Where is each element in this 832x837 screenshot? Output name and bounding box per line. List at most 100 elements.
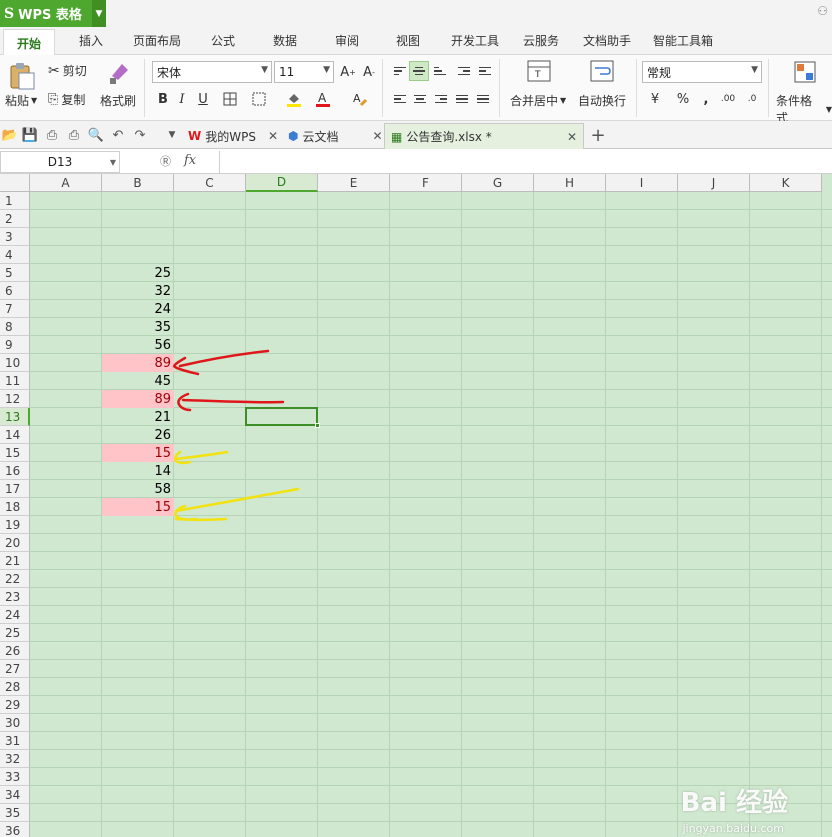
table-cell[interactable]: 35 xyxy=(102,318,174,336)
row-header-15[interactable]: 15 xyxy=(0,444,30,462)
wrap-text-button[interactable]: 自动换行 xyxy=(578,92,626,109)
align-center-icon[interactable] xyxy=(410,89,430,109)
tab-insert[interactable]: 插入 xyxy=(79,32,103,49)
currency-icon[interactable]: ¥ xyxy=(645,89,665,109)
customize-chevron-icon[interactable]: ▼ xyxy=(164,127,180,143)
indent-increase-icon[interactable] xyxy=(475,61,495,81)
column-header-h[interactable]: H xyxy=(534,174,606,192)
merge-center-button[interactable]: 合并居中 ▼ xyxy=(510,92,566,109)
percent-button[interactable]: % xyxy=(673,89,693,109)
column-header-c[interactable]: C xyxy=(174,174,246,192)
italic-icon[interactable]: I xyxy=(172,89,192,109)
undo-icon[interactable]: ↶ xyxy=(110,127,126,143)
row-header-14[interactable]: 14 xyxy=(0,426,30,444)
increase-font-icon[interactable]: A + xyxy=(338,62,358,82)
merge-center-icon[interactable]: T xyxy=(527,60,551,82)
row-header-6[interactable]: 6 xyxy=(0,282,30,300)
row-header-28[interactable]: 28 xyxy=(0,678,30,696)
row-header-34[interactable]: 34 xyxy=(0,786,30,804)
spreadsheet-grid[interactable]: A B C D E F G H I J K 1 2 3 4 5 6 7 8 9 10 11 12 13 14 15 16 17 18 19… xyxy=(0,174,832,837)
column-header-i[interactable]: I xyxy=(606,174,678,192)
select-all-corner[interactable] xyxy=(0,174,30,192)
copy-button[interactable]: ⎘ 复制 xyxy=(48,91,85,108)
tab-home[interactable]: 开始 xyxy=(3,29,56,56)
align-middle-icon[interactable] xyxy=(409,61,429,81)
number-format-select[interactable]: 常规 ▼ xyxy=(642,61,762,83)
table-cell[interactable]: 21 xyxy=(102,408,174,426)
print-preview-icon[interactable]: 🔍 xyxy=(88,127,104,143)
table-cell[interactable]: 24 xyxy=(102,300,174,318)
fill-color-icon[interactable] xyxy=(284,89,304,109)
duplicate-highlighted-cell[interactable]: 15 xyxy=(102,498,174,516)
row-header-17[interactable]: 17 xyxy=(0,480,30,498)
format-painter-icon[interactable] xyxy=(106,60,132,86)
row-header-27[interactable]: 27 xyxy=(0,660,30,678)
row-header-30[interactable]: 30 xyxy=(0,714,30,732)
row-header-20[interactable]: 20 xyxy=(0,534,30,552)
row-header-5[interactable]: 5 xyxy=(0,264,30,282)
column-header-k[interactable]: K xyxy=(750,174,822,192)
doc-tab-cloud-docs[interactable]: ⬢ 云文档 ✕ xyxy=(288,123,383,149)
open-folder-icon[interactable]: 📂 xyxy=(2,127,18,143)
font-size-select[interactable]: 11 ▼ xyxy=(274,61,334,83)
name-box[interactable]: D13 ▼ xyxy=(0,151,120,173)
tab-view[interactable]: 视图 xyxy=(396,32,420,49)
duplicate-highlighted-cell[interactable]: 89 xyxy=(102,354,174,372)
close-icon[interactable]: ✕ xyxy=(268,129,278,143)
fill-handle[interactable] xyxy=(315,423,320,428)
table-cell[interactable]: 58 xyxy=(102,480,174,498)
doc-tab-active-sheet[interactable]: ▦ 公告查询.xlsx * ✕ xyxy=(384,123,584,149)
row-header-18[interactable]: 18 xyxy=(0,498,30,516)
row-header-12[interactable]: 12 xyxy=(0,390,30,408)
row-header-16[interactable]: 16 xyxy=(0,462,30,480)
decrease-decimal-button[interactable]: .0 xyxy=(742,89,762,109)
table-cell[interactable]: 32 xyxy=(102,282,174,300)
row-header-35[interactable]: 35 xyxy=(0,804,30,822)
zoom-icon[interactable]: Ⓡ xyxy=(160,153,171,169)
font-color-icon[interactable]: A xyxy=(313,89,333,109)
font-name-select[interactable]: 宋体 ▼ xyxy=(152,61,272,83)
close-icon[interactable]: ✕ xyxy=(373,129,383,143)
tab-smart-toolbox[interactable]: 智能工具箱 xyxy=(653,32,713,49)
table-cell[interactable]: 25 xyxy=(102,264,174,282)
border-icon[interactable] xyxy=(220,89,240,109)
align-left-icon[interactable] xyxy=(390,89,410,109)
bold-icon[interactable]: B xyxy=(153,89,173,109)
account-icon[interactable]: ⚇ xyxy=(817,4,828,18)
export-icon[interactable]: ⎙ xyxy=(44,127,60,143)
align-right-icon[interactable] xyxy=(431,89,451,109)
row-header-22[interactable]: 22 xyxy=(0,570,30,588)
row-header-2[interactable]: 2 xyxy=(0,210,30,228)
row-header-13[interactable]: 13 xyxy=(0,408,30,426)
duplicate-highlighted-cell[interactable]: 89 xyxy=(102,390,174,408)
row-header-29[interactable]: 29 xyxy=(0,696,30,714)
row-header-21[interactable]: 21 xyxy=(0,552,30,570)
indent-decrease-icon[interactable] xyxy=(454,61,474,81)
decrease-font-icon[interactable]: A- xyxy=(359,62,379,82)
distribute-icon[interactable] xyxy=(473,89,493,109)
row-header-9[interactable]: 9 xyxy=(0,336,30,354)
justify-icon[interactable] xyxy=(452,89,472,109)
row-header-26[interactable]: 26 xyxy=(0,642,30,660)
row-header-24[interactable]: 24 xyxy=(0,606,30,624)
tab-page-layout[interactable]: 页面布局 xyxy=(133,32,181,49)
row-header-33[interactable]: 33 xyxy=(0,768,30,786)
align-bottom-icon[interactable] xyxy=(430,61,450,81)
wrap-text-icon[interactable] xyxy=(590,60,614,82)
chevron-down-icon[interactable]: ▼ xyxy=(92,0,106,27)
row-header-25[interactable]: 25 xyxy=(0,624,30,642)
row-header-23[interactable]: 23 xyxy=(0,588,30,606)
column-header-g[interactable]: G xyxy=(462,174,534,192)
app-menu-button[interactable]: S WPS 表格 ▼ xyxy=(0,0,106,27)
column-header-a[interactable]: A xyxy=(30,174,102,192)
row-header-3[interactable]: 3 xyxy=(0,228,30,246)
function-icon[interactable]: fx xyxy=(184,153,196,168)
cut-button[interactable]: ✂ 剪切 xyxy=(48,62,87,79)
row-header-32[interactable]: 32 xyxy=(0,750,30,768)
clear-format-icon[interactable]: A xyxy=(350,89,370,109)
cell-style-icon[interactable] xyxy=(249,89,269,109)
save-icon[interactable]: 💾 xyxy=(22,127,38,143)
tab-data[interactable]: 数据 xyxy=(273,32,297,49)
row-header-31[interactable]: 31 xyxy=(0,732,30,750)
row-header-4[interactable]: 4 xyxy=(0,246,30,264)
